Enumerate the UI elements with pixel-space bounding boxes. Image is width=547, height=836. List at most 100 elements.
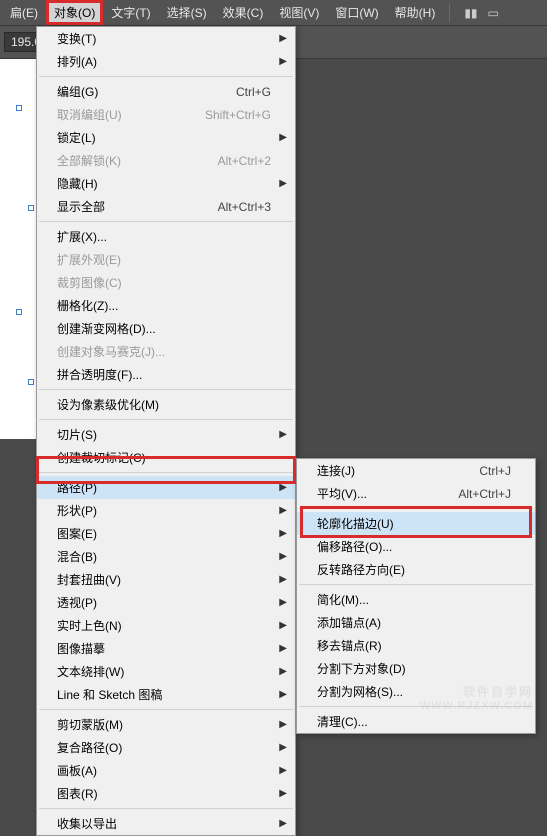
menu-item[interactable]: 添加锚点(A) xyxy=(297,611,535,634)
menu-window[interactable]: 窗口(W) xyxy=(327,0,386,25)
submenu-arrow-icon: ▶ xyxy=(279,818,287,829)
menu-item-label: 锁定(L) xyxy=(57,129,271,146)
submenu-arrow-icon: ▶ xyxy=(279,689,287,700)
menu-item[interactable]: 切片(S) ▶ xyxy=(37,423,295,446)
menu-item[interactable]: 变换(T)▶ xyxy=(37,27,295,50)
menu-item-shortcut: Ctrl+G xyxy=(236,85,271,99)
menu-item[interactable]: 排列(A)▶ xyxy=(37,50,295,73)
bar-icon-2[interactable]: ▭ xyxy=(488,6,499,20)
menu-item: 扩展外观(E) xyxy=(37,248,295,271)
bar-icon[interactable]: ▮▮ xyxy=(464,6,477,20)
menu-item-label: 分割下方对象(D) xyxy=(317,660,511,677)
menu-item-shortcut: Alt+Ctrl+3 xyxy=(218,200,271,214)
submenu-arrow-icon: ▶ xyxy=(279,56,287,67)
submenu-arrow-icon: ▶ xyxy=(279,429,287,440)
selection-handle[interactable] xyxy=(28,205,34,211)
menu-item[interactable]: 创建渐变网格(D)... xyxy=(37,317,295,340)
menu-type[interactable]: 文字(T) xyxy=(103,0,158,25)
menu-item-label: 图表(R) xyxy=(57,785,271,802)
menu-item-label: Line 和 Sketch 图稿 xyxy=(57,686,271,703)
menu-item-label: 文本绕排(W) xyxy=(57,663,271,680)
menu-item[interactable]: 拼合透明度(F)... xyxy=(37,363,295,386)
menu-item[interactable]: 封套扭曲(V)▶ xyxy=(37,568,295,591)
menu-effect[interactable]: 效果(C) xyxy=(215,0,272,25)
menu-item-label: 图案(E) xyxy=(57,525,271,542)
menu-item[interactable]: 简化(M)... xyxy=(297,588,535,611)
menu-item-label: 隐藏(H) xyxy=(57,175,271,192)
menu-select[interactable]: 选择(S) xyxy=(159,0,215,25)
menu-item-label: 清理(C)... xyxy=(317,713,511,730)
menubar: 扁(E) 对象(O) 文字(T) 选择(S) 效果(C) 视图(V) 窗口(W)… xyxy=(0,0,547,26)
menu-item[interactable]: 栅格化(Z)... xyxy=(37,294,295,317)
menu-item[interactable]: 分割下方对象(D) xyxy=(297,657,535,680)
menu-item[interactable]: 复合路径(O)▶ xyxy=(37,736,295,759)
menu-item[interactable]: 编组(G)Ctrl+G xyxy=(37,80,295,103)
menu-item[interactable]: 透视(P) ▶ xyxy=(37,591,295,614)
menu-item[interactable]: 剪切蒙版(M)▶ xyxy=(37,713,295,736)
menu-item-label: 收集以导出 xyxy=(57,815,271,832)
selection-handle[interactable] xyxy=(28,379,34,385)
menu-item[interactable]: 图像描摹▶ xyxy=(37,637,295,660)
watermark-sub: WWW.RJZXW.COM xyxy=(420,700,533,713)
menu-separator xyxy=(39,808,293,809)
menu-separator xyxy=(39,472,293,473)
menu-edit[interactable]: 扁(E) xyxy=(2,0,46,25)
menu-separator xyxy=(39,709,293,710)
menu-item[interactable]: 设为像素级优化(M) xyxy=(37,393,295,416)
submenu-arrow-icon: ▶ xyxy=(279,597,287,608)
menu-item-label: 简化(M)... xyxy=(317,591,511,608)
menu-item[interactable]: Line 和 Sketch 图稿 ▶ xyxy=(37,683,295,706)
menu-item[interactable]: 轮廓化描边(U) xyxy=(297,512,535,535)
menu-item[interactable]: 文本绕排(W)▶ xyxy=(37,660,295,683)
menu-item-label: 反转路径方向(E) xyxy=(317,561,511,578)
object-dropdown: 变换(T)▶排列(A)▶编组(G)Ctrl+G取消编组(U)Shift+Ctrl… xyxy=(36,26,296,836)
menu-item-shortcut: Ctrl+J xyxy=(479,464,511,478)
menu-item-label: 扩展(X)... xyxy=(57,228,271,245)
menu-item[interactable]: 混合(B)▶ xyxy=(37,545,295,568)
menu-item[interactable]: 锁定(L) ▶ xyxy=(37,126,295,149)
menu-item[interactable]: 偏移路径(O)... xyxy=(297,535,535,558)
menu-item[interactable]: 画板(A) ▶ xyxy=(37,759,295,782)
selection-handle[interactable] xyxy=(16,309,22,315)
menu-item-label: 拼合透明度(F)... xyxy=(57,366,271,383)
submenu-arrow-icon: ▶ xyxy=(279,719,287,730)
submenu-arrow-icon: ▶ xyxy=(279,482,287,493)
menu-item-label: 取消编组(U) xyxy=(57,106,205,123)
menu-item[interactable]: 扩展(X)... xyxy=(37,225,295,248)
menu-item[interactable]: 反转路径方向(E) xyxy=(297,558,535,581)
menu-object[interactable]: 对象(O) xyxy=(46,0,103,25)
submenu-arrow-icon: ▶ xyxy=(279,765,287,776)
menu-view[interactable]: 视图(V) xyxy=(271,0,327,25)
menu-item[interactable]: 收集以导出 ▶ xyxy=(37,812,295,835)
menu-item-label: 透视(P) xyxy=(57,594,271,611)
menu-item-label: 平均(V)... xyxy=(317,485,458,502)
menu-item[interactable]: 形状(P)▶ xyxy=(37,499,295,522)
menu-item-label: 裁剪图像(C) xyxy=(57,274,271,291)
menu-item-shortcut: Alt+Ctrl+2 xyxy=(218,154,271,168)
menu-item-label: 画板(A) xyxy=(57,762,271,779)
menu-separator xyxy=(299,508,533,509)
menu-item[interactable]: 实时上色(N)▶ xyxy=(37,614,295,637)
menu-item[interactable]: 图表(R)▶ xyxy=(37,782,295,805)
menu-item[interactable]: 图案(E) ▶ xyxy=(37,522,295,545)
menu-item-label: 实时上色(N) xyxy=(57,617,271,634)
menu-item[interactable]: 移去锚点(R) xyxy=(297,634,535,657)
menu-item-label: 连接(J) xyxy=(317,462,479,479)
menu-item: 裁剪图像(C) xyxy=(37,271,295,294)
menu-item-label: 切片(S) xyxy=(57,426,271,443)
menu-item-label: 显示全部 xyxy=(57,198,218,215)
submenu-arrow-icon: ▶ xyxy=(279,132,287,143)
selection-handle[interactable] xyxy=(16,105,22,111)
menu-item[interactable]: 连接(J)Ctrl+J xyxy=(297,459,535,482)
submenu-arrow-icon: ▶ xyxy=(279,528,287,539)
menu-item-label: 轮廓化描边(U) xyxy=(317,515,511,532)
menu-item[interactable]: 显示全部Alt+Ctrl+3 xyxy=(37,195,295,218)
menu-item[interactable]: 清理(C)... xyxy=(297,710,535,733)
menu-item-label: 封套扭曲(V) xyxy=(57,571,271,588)
menu-item[interactable]: 平均(V)...Alt+Ctrl+J xyxy=(297,482,535,505)
menu-item[interactable]: 创建裁切标记(C) xyxy=(37,446,295,469)
menu-help[interactable]: 帮助(H) xyxy=(387,0,444,25)
menu-item[interactable]: 路径(P)▶ xyxy=(37,476,295,499)
menu-item[interactable]: 隐藏(H)▶ xyxy=(37,172,295,195)
menu-item-label: 全部解锁(K) xyxy=(57,152,218,169)
